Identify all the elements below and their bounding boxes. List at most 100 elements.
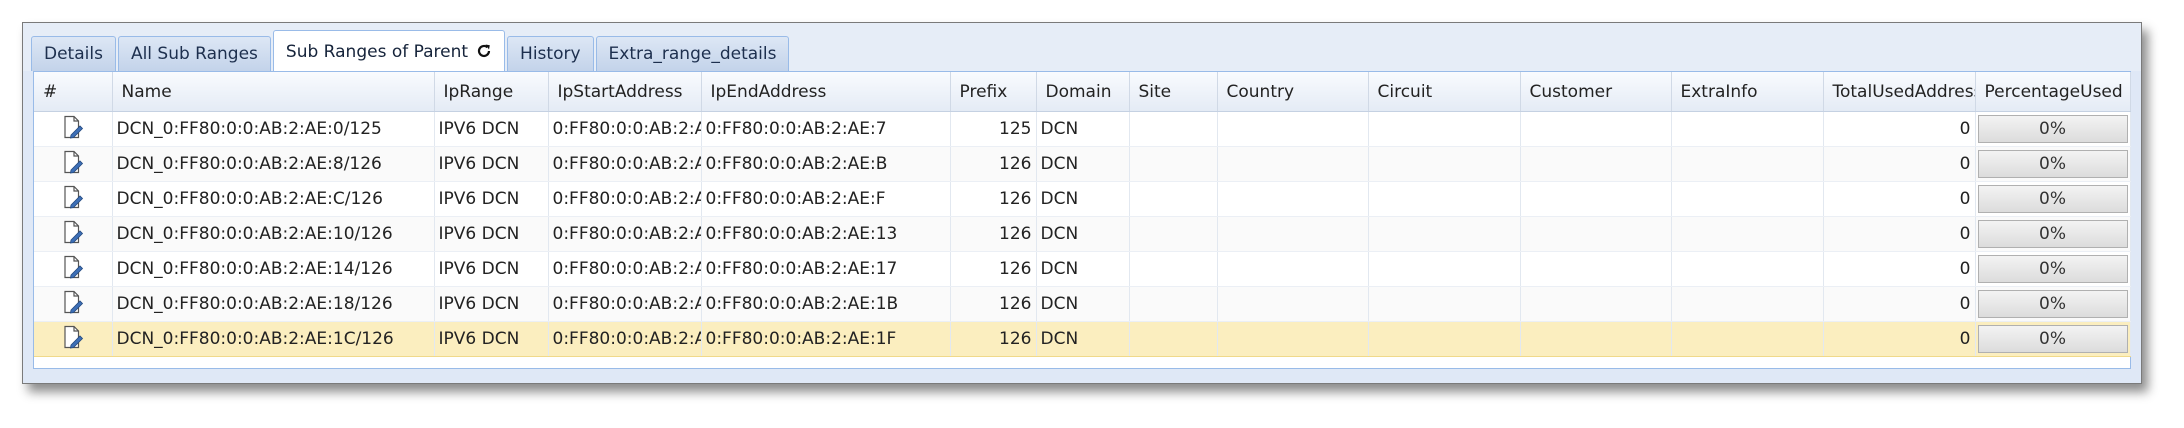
tab-label: Sub Ranges of Parent (285, 42, 469, 62)
tab-history[interactable]: History (507, 36, 594, 71)
cell-name: DCN_0:FF80:0:0:AB:2:AE:C/126 (112, 181, 435, 217)
tab-label: Extra_range_details (608, 44, 777, 64)
column-header-site[interactable]: Site (1129, 72, 1218, 112)
cell-edit (34, 216, 113, 252)
cell-name: DCN_0:FF80:0:0:AB:2:AE:8/126 (112, 146, 435, 182)
cell-site (1129, 146, 1218, 182)
table-row[interactable]: DCN_0:FF80:0:0:AB:2:AE:10/126 IPV6 DCN 0:F… (34, 216, 2131, 252)
edit-document-icon[interactable] (62, 185, 84, 214)
cell-site (1129, 251, 1218, 287)
cell-prefix: 126 (950, 286, 1037, 322)
tab-strip: Details All Sub Ranges Sub Ranges of Par… (31, 30, 791, 71)
cell-percentageused: 0% (1975, 216, 2131, 252)
column-header-ipendaddress[interactable]: IpEndAddress (701, 72, 951, 112)
edit-document-icon[interactable] (62, 325, 84, 354)
percentage-progress-bar: 0% (1977, 115, 2128, 143)
cell-country (1217, 111, 1369, 147)
cell-ipstartaddress: 0:FF80:0:0:AB:2:AE:14 (548, 251, 702, 287)
column-header-prefix[interactable]: Prefix (950, 72, 1037, 112)
cell-country (1217, 216, 1369, 252)
cell-name: DCN_0:FF80:0:0:AB:2:AE:0/125 (112, 111, 435, 147)
edit-document-icon[interactable] (62, 150, 84, 179)
cell-domain: DCN (1036, 286, 1130, 322)
column-header-circuit[interactable]: Circuit (1368, 72, 1521, 112)
column-header-percentageused[interactable]: PercentageUsed (1975, 72, 2131, 112)
cell-customer (1520, 216, 1672, 252)
tab-extra-range-details[interactable]: Extra_range_details (595, 36, 790, 71)
column-header-index[interactable]: # (34, 72, 113, 112)
cell-domain: DCN (1036, 111, 1130, 147)
cell-edit (34, 181, 113, 217)
cell-ipendaddress: 0:FF80:0:0:AB:2:AE:B (701, 146, 951, 182)
column-header-extrainfo[interactable]: ExtraInfo (1671, 72, 1824, 112)
percentage-progress-bar: 0% (1977, 255, 2128, 283)
cell-circuit (1368, 216, 1521, 252)
table-row[interactable]: DCN_0:FF80:0:0:AB:2:AE:8/126 IPV6 DCN 0:FF… (34, 146, 2131, 182)
percentage-progress-bar: 0% (1977, 150, 2128, 178)
cell-customer (1520, 286, 1672, 322)
cell-percentageused: 0% (1975, 111, 2131, 147)
column-header-customer[interactable]: Customer (1520, 72, 1672, 112)
column-header-ipstartaddress[interactable]: IpStartAddress (548, 72, 702, 112)
cell-percentageused: 0% (1975, 146, 2131, 182)
tab-sub-ranges-of-parent[interactable]: Sub Ranges of Parent (272, 30, 506, 73)
cell-totalusedaddresses: 0 (1823, 181, 1976, 217)
edit-document-icon[interactable] (62, 290, 84, 319)
column-header-iprange[interactable]: IpRange (434, 72, 549, 112)
cell-domain: DCN (1036, 181, 1130, 217)
percentage-progress-bar: 0% (1977, 220, 2128, 248)
tab-details[interactable]: Details (31, 36, 116, 71)
edit-document-icon[interactable] (62, 255, 84, 284)
cell-iprange: IPV6 DCN (434, 216, 549, 252)
cell-edit (34, 111, 113, 147)
table-row[interactable]: DCN_0:FF80:0:0:AB:2:AE:18/126 IPV6 DCN 0:F… (34, 286, 2131, 322)
sub-ranges-panel: Details All Sub Ranges Sub Ranges of Par… (22, 22, 2142, 384)
cell-country (1217, 321, 1369, 357)
cell-site (1129, 181, 1218, 217)
column-header-totalusedaddresses[interactable]: TotalUsedAddresses (1823, 72, 1976, 112)
cell-ipstartaddress: 0:FF80:0:0:AB:2:AE:8 (548, 146, 702, 182)
tab-all-sub-ranges[interactable]: All Sub Ranges (117, 36, 271, 71)
cell-percentageused: 0% (1975, 286, 2131, 322)
cell-percentageused: 0% (1975, 321, 2131, 357)
cell-totalusedaddresses: 0 (1823, 216, 1976, 252)
table-row[interactable]: DCN_0:FF80:0:0:AB:2:AE:14/126 IPV6 DCN 0:F… (34, 251, 2131, 287)
cell-site (1129, 111, 1218, 147)
edit-document-icon[interactable] (62, 220, 84, 249)
cell-ipstartaddress: 0:FF80:0:0:AB:2:AE:1C (548, 321, 702, 357)
cell-iprange: IPV6 DCN (434, 111, 549, 147)
column-header-country[interactable]: Country (1217, 72, 1369, 112)
cell-ipstartaddress: 0:FF80:0:0:AB:2:AE:0 (548, 111, 702, 147)
cell-circuit (1368, 251, 1521, 287)
cell-extrainfo (1671, 111, 1824, 147)
percentage-progress-bar: 0% (1977, 325, 2128, 353)
cell-edit (34, 286, 113, 322)
cell-edit (34, 321, 113, 357)
table-row[interactable]: DCN_0:FF80:0:0:AB:2:AE:C/126 IPV6 DCN 0:FF… (34, 181, 2131, 217)
refresh-icon[interactable] (476, 31, 492, 73)
cell-iprange: IPV6 DCN (434, 146, 549, 182)
cell-ipendaddress: 0:FF80:0:0:AB:2:AE:1F (701, 321, 951, 357)
cell-extrainfo (1671, 321, 1824, 357)
table-row[interactable]: DCN_0:FF80:0:0:AB:2:AE:0/125 IPV6 DCN 0:FF… (34, 111, 2131, 147)
cell-customer (1520, 321, 1672, 357)
header-row: # Name IpRange IpStartAddress IpEndAddre… (34, 72, 2131, 112)
cell-extrainfo (1671, 216, 1824, 252)
cell-totalusedaddresses: 0 (1823, 286, 1976, 322)
tab-label: Details (44, 44, 103, 64)
cell-iprange: IPV6 DCN (434, 321, 549, 357)
cell-extrainfo (1671, 181, 1824, 217)
cell-extrainfo (1671, 146, 1824, 182)
column-header-name[interactable]: Name (112, 72, 435, 112)
cell-country (1217, 146, 1369, 182)
cell-site (1129, 216, 1218, 252)
cell-customer (1520, 181, 1672, 217)
cell-totalusedaddresses: 0 (1823, 251, 1976, 287)
cell-ipstartaddress: 0:FF80:0:0:AB:2:AE:C (548, 181, 702, 217)
edit-document-icon[interactable] (62, 115, 84, 144)
cell-name: DCN_0:FF80:0:0:AB:2:AE:14/126 (112, 251, 435, 287)
column-header-domain[interactable]: Domain (1036, 72, 1130, 112)
table-row[interactable]: DCN_0:FF80:0:0:AB:2:AE:1C/126 IPV6 DCN 0:F… (34, 321, 2131, 357)
cell-name: DCN_0:FF80:0:0:AB:2:AE:1C/126 (112, 321, 435, 357)
cell-prefix: 125 (950, 111, 1037, 147)
